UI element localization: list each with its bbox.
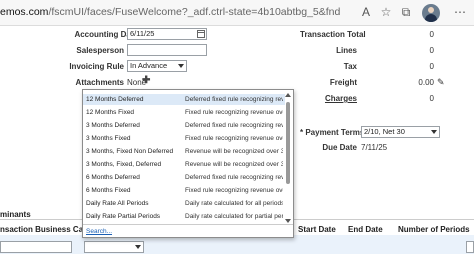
tax-value: 0	[429, 62, 434, 71]
list-item[interactable]: Daily Rate Partial Periods Daily rate ca…	[83, 211, 285, 222]
more-menu-icon[interactable]: ⋯	[452, 4, 468, 20]
header-number-of-periods: Number of Periods	[398, 225, 470, 234]
accounting-date-field[interactable]: 6/11/25	[127, 28, 207, 40]
scrollbar-thumb[interactable]	[286, 102, 290, 184]
item-name: 6 Months Fixed	[86, 187, 131, 194]
transaction-total-label: Transaction Total	[300, 30, 366, 39]
invoicing-rule-value: In Advance	[130, 61, 168, 70]
salesperson-field[interactable]	[127, 44, 207, 56]
header-end-date: End Date	[348, 225, 383, 234]
collections-icon[interactable]: ⧉	[398, 4, 414, 20]
list-item[interactable]: 3 Months, Fixed Non Deferred Revenue wil…	[83, 146, 285, 157]
item-desc: Fixed rule recognizing revenue over a...	[185, 109, 283, 116]
url-path: /fscmUI/faces/FuseWelcome?_adf.ctrl-stat…	[48, 6, 340, 18]
item-name: 12 Months Deferred	[86, 96, 144, 103]
section-title: minants	[0, 210, 31, 219]
charges-value: 0	[429, 94, 434, 103]
due-date-value: 7/11/25	[361, 143, 388, 152]
row-select[interactable]	[84, 241, 144, 253]
freight-label: Freight	[329, 78, 357, 87]
payment-terms-select[interactable]: 2/10, Net 30	[361, 126, 440, 138]
row-input-edge[interactable]	[466, 241, 474, 253]
item-desc: Deferred fixed rule recognizing reven...	[185, 96, 283, 103]
lines-label: Lines	[336, 46, 357, 55]
accounting-date-value: 6/11/25	[130, 29, 155, 38]
item-name: Daily Rate Partial Periods	[86, 213, 161, 220]
list-item[interactable]: 6 Months Fixed Fixed rule recognizing re…	[83, 185, 285, 196]
charges-link[interactable]: Charges	[300, 94, 357, 103]
item-name: 3 Months Deferred	[86, 122, 140, 129]
list-item[interactable]: 3 Months, Fixed, Deferred Revenue will b…	[83, 159, 285, 170]
item-desc: Fixed rule recognizing revenue over a...	[185, 135, 283, 142]
favorite-star-icon[interactable]: ☆	[378, 4, 394, 20]
list-item[interactable]: 12 Months Fixed Fixed rule recognizing r…	[83, 107, 285, 118]
salesperson-label: Salesperson	[76, 46, 124, 55]
edit-freight-icon[interactable]: ✎	[437, 77, 445, 88]
transaction-total-value: 0	[429, 30, 434, 39]
invoicing-rule-select[interactable]: In Advance	[127, 60, 187, 72]
add-attachment-icon[interactable]: ✚	[142, 75, 150, 86]
browser-address-bar: emos.com/fscmUI/faces/FuseWelcome?_adf.c…	[0, 0, 474, 26]
dropdown-scrollbar[interactable]	[284, 92, 292, 237]
chevron-down-icon	[178, 64, 184, 68]
scroll-up-icon[interactable]	[285, 93, 291, 97]
invoicing-rule-label: Invoicing Rule	[69, 62, 124, 71]
item-desc: Daily rate calculated for all periods.	[185, 200, 283, 207]
list-item[interactable]: 6 Months Deferred Deferred fixed rule re…	[83, 172, 285, 183]
payment-terms-label: * Payment Terms	[300, 128, 365, 137]
list-item[interactable]: Daily Rate All Periods Daily rate calcul…	[83, 198, 285, 209]
item-desc: Deferred fixed rule recognizing reven...	[185, 122, 283, 129]
business-category-input[interactable]	[0, 241, 72, 253]
freight-value: 0.00	[418, 78, 434, 87]
search-link[interactable]: Search...	[86, 228, 112, 235]
item-desc: Revenue will be recognized over 3 m...	[185, 148, 283, 155]
attachments-label: Attachments	[75, 78, 124, 87]
chevron-down-icon	[135, 245, 141, 249]
url-host: emos.com	[0, 6, 49, 18]
item-name: 3 Months, Fixed, Deferred	[86, 161, 162, 168]
header-start-date: Start Date	[298, 225, 336, 234]
profile-avatar[interactable]	[422, 4, 440, 22]
read-aloud-icon[interactable]: A	[358, 4, 374, 20]
item-desc: Daily rate calculated for partial period…	[185, 213, 283, 220]
due-date-label: Due Date	[322, 143, 357, 152]
item-name: 12 Months Fixed	[86, 109, 135, 116]
item-name: 6 Months Deferred	[86, 174, 140, 181]
invoicing-rule-dropdown: 12 Months Deferred Deferred fixed rule r…	[82, 89, 294, 238]
list-item[interactable]: 12 Months Deferred Deferred fixed rule r…	[83, 94, 285, 105]
calendar-icon[interactable]	[197, 30, 205, 38]
item-name: 3 Months Fixed	[86, 135, 131, 142]
tax-label: Tax	[343, 62, 357, 71]
url-text[interactable]: emos.com/fscmUI/faces/FuseWelcome?_adf.c…	[0, 6, 340, 18]
chevron-down-icon	[431, 130, 437, 134]
item-desc: Fixed rule recognizing revenue over a...	[185, 187, 283, 194]
item-desc: Deferred fixed rule recognizing reven...	[185, 174, 283, 181]
list-item[interactable]: 3 Months Fixed Fixed rule recognizing re…	[83, 133, 285, 144]
scroll-down-icon[interactable]	[285, 219, 291, 223]
app-root: emos.com/fscmUI/faces/FuseWelcome?_adf.c…	[0, 0, 474, 254]
item-name: Daily Rate All Periods	[86, 200, 149, 207]
list-item[interactable]: 3 Months Deferred Deferred fixed rule re…	[83, 120, 285, 131]
payment-terms-value: 2/10, Net 30	[364, 127, 405, 136]
item-desc: Revenue will be recognized over 3 m...	[185, 161, 283, 168]
lines-value: 0	[429, 46, 434, 55]
dropdown-divider	[83, 224, 293, 225]
item-name: 3 Months, Fixed Non Deferred	[86, 148, 174, 155]
